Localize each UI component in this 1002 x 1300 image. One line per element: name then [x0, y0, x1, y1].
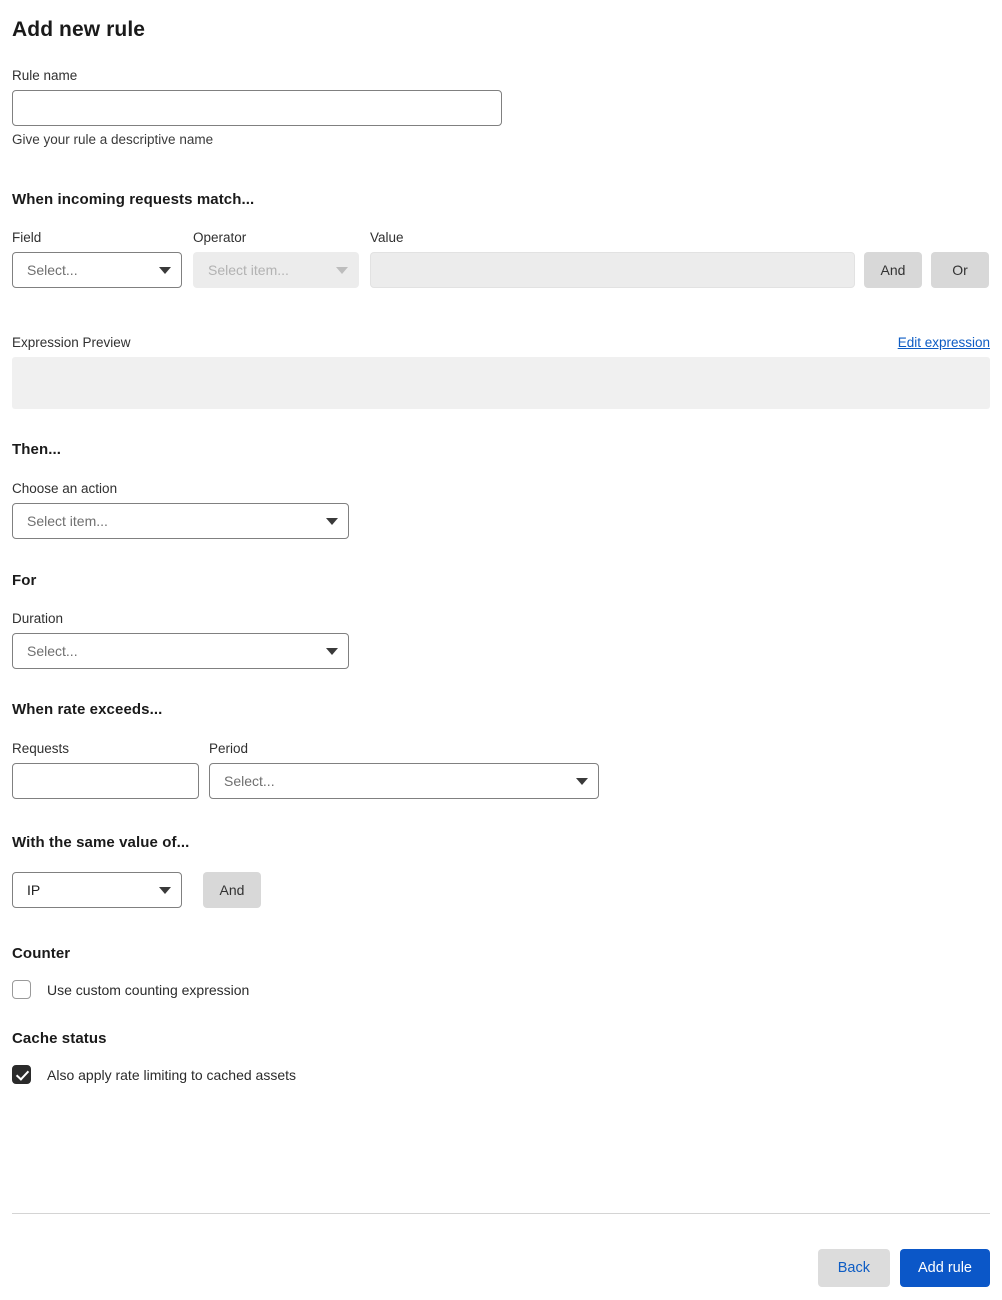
operator-select-value: Select item...	[208, 262, 289, 278]
operator-label: Operator	[193, 230, 247, 245]
add-characteristic-and-button[interactable]: And	[203, 872, 261, 908]
cached-assets-label[interactable]: Also apply rate limiting to cached asset…	[47, 1067, 296, 1083]
expression-preview-box	[12, 357, 990, 409]
expression-preview-group: Expression Preview Edit expression	[12, 335, 990, 409]
then-heading: Then...	[12, 441, 62, 458]
expression-preview-label: Expression Preview	[12, 335, 131, 350]
rule-name-input[interactable]	[12, 90, 502, 126]
page-title: Add new rule	[12, 18, 146, 41]
or-condition-button[interactable]: Or	[931, 252, 989, 288]
cached-assets-checkbox[interactable]	[12, 1065, 31, 1084]
field-label: Field	[12, 230, 42, 245]
rule-name-label: Rule name	[12, 68, 78, 83]
action-select[interactable]: Select item...	[12, 503, 349, 539]
period-label: Period	[209, 741, 249, 756]
footer-divider	[12, 1213, 990, 1214]
cache-status-checkbox-row[interactable]: Also apply rate limiting to cached asset…	[12, 1065, 990, 1084]
edit-expression-link[interactable]: Edit expression	[898, 335, 990, 350]
expression-preview-header: Expression Preview Edit expression	[12, 335, 990, 351]
counter-checkbox-row[interactable]: Use custom counting expression	[12, 980, 990, 999]
requests-input[interactable]	[12, 763, 199, 799]
period-select[interactable]: Select...	[209, 763, 599, 799]
match-condition-row: Field Select... Operator Select item... …	[12, 230, 990, 288]
duration-select[interactable]: Select...	[12, 633, 349, 669]
rule-name-group: Rule name Give your rule a descriptive n…	[12, 68, 990, 148]
duration-label: Duration	[12, 611, 64, 626]
custom-counting-expression-label[interactable]: Use custom counting expression	[47, 982, 249, 998]
field-select-value: Select...	[27, 262, 78, 278]
custom-counting-expression-checkbox[interactable]	[12, 980, 31, 999]
duration-heading: For	[12, 572, 37, 589]
and-condition-button[interactable]: And	[864, 252, 922, 288]
duration-select-value: Select...	[27, 643, 78, 659]
field-group: Field Select...	[12, 230, 182, 288]
period-group: Period Select...	[209, 741, 599, 799]
period-select-value: Select...	[224, 773, 275, 789]
chevron-down-icon	[326, 517, 338, 525]
operator-group: Operator Select item...	[193, 230, 359, 288]
requests-label: Requests	[12, 741, 70, 756]
characteristic-select[interactable]: IP	[12, 872, 182, 908]
chevron-down-icon	[576, 777, 588, 785]
rule-name-helper: Give your rule a descriptive name	[12, 132, 214, 147]
chevron-down-icon	[326, 647, 338, 655]
action-label: Choose an action	[12, 481, 118, 496]
characteristic-select-value: IP	[27, 882, 41, 898]
chevron-down-icon	[159, 266, 171, 274]
rate-row: Requests Period Select...	[12, 741, 990, 799]
action-group: Choose an action Select item...	[12, 481, 990, 539]
value-input[interactable]	[370, 252, 855, 288]
add-rule-form: Add new rule Rule name Give your rule a …	[0, 0, 1002, 1300]
action-select-value: Select item...	[27, 513, 108, 529]
requests-group: Requests	[12, 741, 199, 799]
same-value-heading: With the same value of...	[12, 834, 190, 851]
chevron-down-icon	[336, 266, 348, 274]
chevron-down-icon	[159, 886, 171, 894]
cache-status-heading: Cache status	[12, 1030, 107, 1047]
value-label: Value	[370, 230, 404, 245]
duration-group: Duration Select...	[12, 611, 990, 669]
footer-actions: Back Add rule	[817, 1249, 990, 1287]
rate-heading: When rate exceeds...	[12, 701, 163, 718]
back-button[interactable]: Back	[817, 1249, 890, 1287]
value-group: Value	[370, 230, 855, 288]
add-rule-button[interactable]: Add rule	[899, 1249, 990, 1287]
same-value-row: IP And	[12, 872, 990, 908]
operator-select[interactable]: Select item...	[193, 252, 359, 288]
field-select[interactable]: Select...	[12, 252, 182, 288]
counter-heading: Counter	[12, 945, 71, 962]
match-heading: When incoming requests match...	[12, 191, 255, 208]
